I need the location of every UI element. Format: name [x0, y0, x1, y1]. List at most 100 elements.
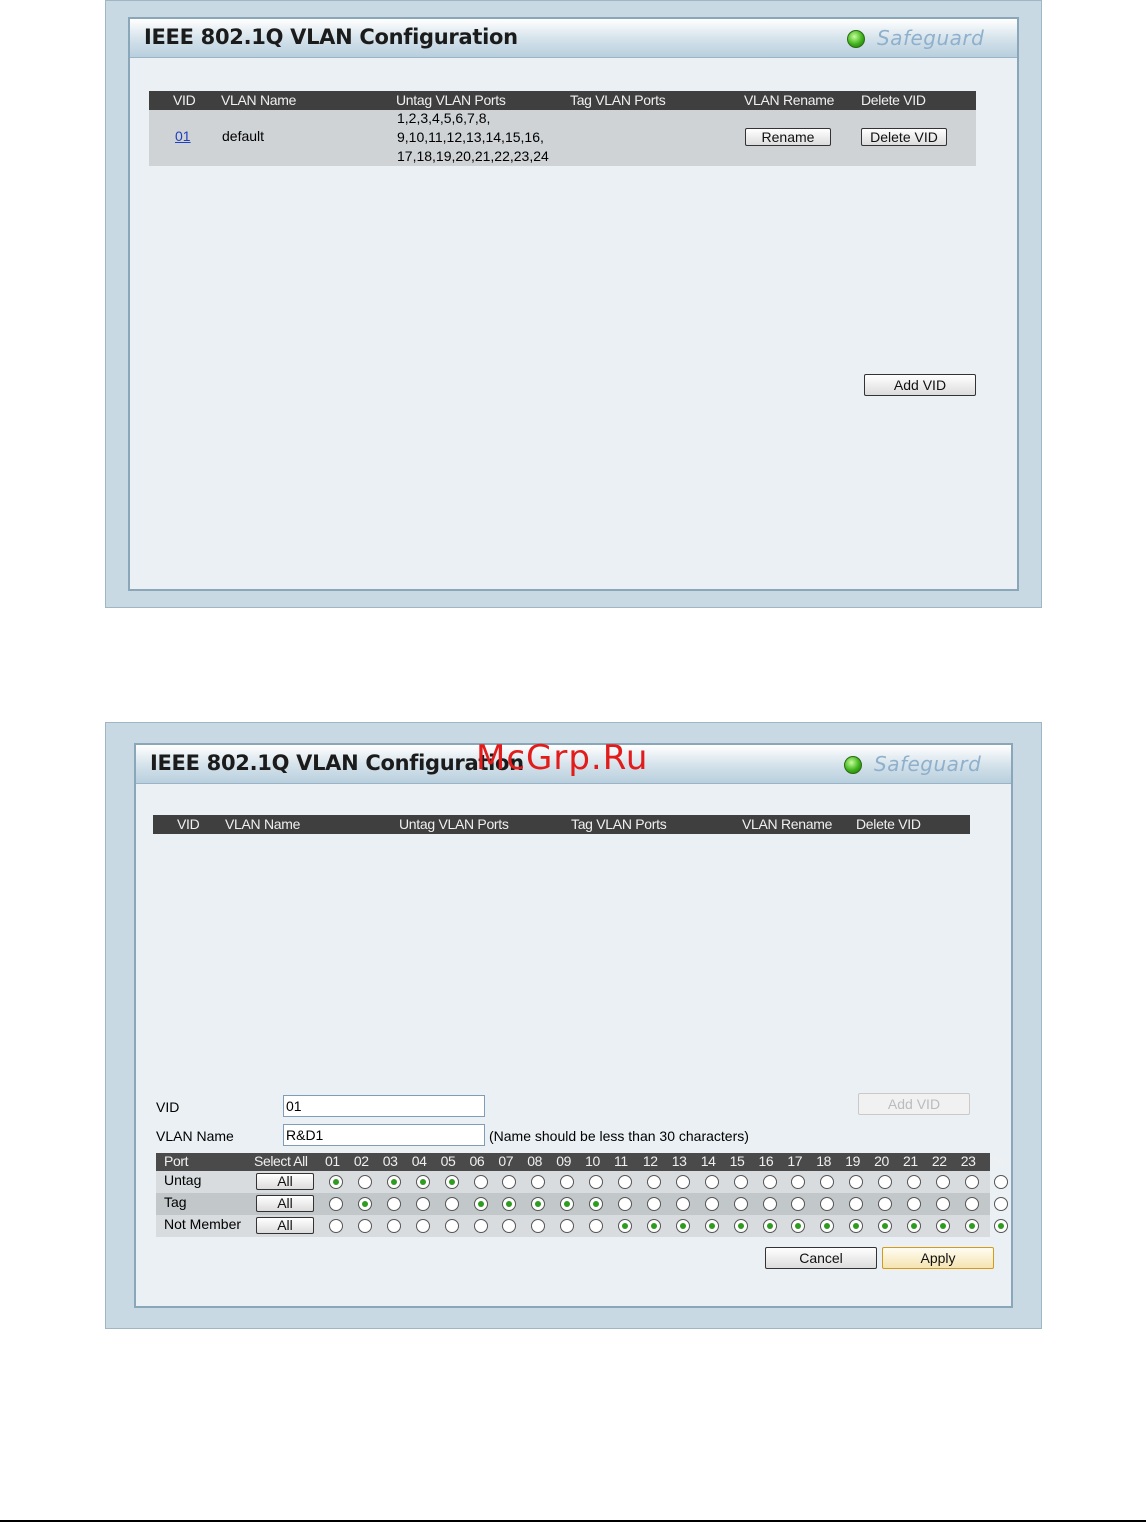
port-radio-16[interactable] — [762, 1219, 777, 1233]
port-radio-12[interactable] — [646, 1219, 661, 1233]
port-radio-24[interactable] — [993, 1197, 1008, 1211]
port-radio-21[interactable] — [907, 1197, 921, 1211]
select-all-button[interactable]: All — [256, 1173, 314, 1190]
port-radio-04[interactable] — [415, 1219, 430, 1233]
port-radio-04[interactable] — [415, 1175, 430, 1189]
port-radio-17[interactable] — [791, 1175, 806, 1189]
port-radio-07[interactable] — [502, 1219, 517, 1233]
port-radio-01[interactable] — [329, 1197, 343, 1211]
port-radio-23[interactable] — [964, 1175, 979, 1189]
port-radio-03[interactable] — [386, 1197, 401, 1211]
port-radio-20[interactable] — [878, 1197, 893, 1211]
port-radio-20[interactable] — [878, 1219, 893, 1233]
port-radio-07[interactable] — [502, 1175, 517, 1189]
port-radio-09[interactable] — [560, 1219, 575, 1233]
port-radio-10[interactable] — [589, 1197, 604, 1211]
vid-input[interactable] — [283, 1095, 485, 1117]
port-radio-06[interactable] — [473, 1175, 488, 1189]
safeguard-status-icon — [844, 756, 862, 774]
port-radio-19[interactable] — [849, 1219, 864, 1233]
port-radio-19[interactable] — [849, 1175, 864, 1189]
port-radio-18[interactable] — [820, 1175, 835, 1189]
port-radio-17[interactable] — [791, 1197, 806, 1211]
port-radio-09[interactable] — [560, 1197, 575, 1211]
col-delete-vid: Delete VID — [856, 816, 921, 832]
port-number-09: 09 — [556, 1153, 571, 1169]
select-all-button[interactable]: All — [256, 1217, 314, 1234]
port-radio-02[interactable] — [357, 1219, 372, 1233]
port-radio-11[interactable] — [618, 1197, 632, 1211]
port-radio-15[interactable] — [733, 1197, 748, 1211]
port-radio-09[interactable] — [560, 1175, 575, 1189]
port-radio-05[interactable] — [444, 1197, 459, 1211]
select-all-button[interactable]: All — [256, 1195, 314, 1212]
port-radio-12[interactable] — [646, 1197, 661, 1211]
rename-button[interactable]: Rename — [745, 128, 831, 146]
port-radio-02[interactable] — [357, 1197, 372, 1211]
port-radio-10[interactable] — [589, 1219, 604, 1233]
safeguard-label: Safeguard — [877, 26, 985, 50]
vlan-name-cell: default — [222, 128, 265, 144]
port-radio-22[interactable] — [935, 1175, 950, 1189]
vid-link[interactable]: 01 — [175, 128, 191, 144]
port-radio-07[interactable] — [502, 1197, 517, 1211]
port-radio-04[interactable] — [415, 1197, 430, 1211]
port-radio-10[interactable] — [589, 1175, 604, 1189]
port-radio-08[interactable] — [531, 1219, 546, 1233]
row-label: Untag — [164, 1172, 202, 1188]
apply-button[interactable]: Apply — [882, 1247, 994, 1269]
port-radio-03[interactable] — [386, 1219, 401, 1233]
port-radio-13[interactable] — [675, 1219, 690, 1233]
port-radio-01[interactable] — [329, 1219, 343, 1233]
port-radio-01[interactable] — [329, 1175, 343, 1189]
port-radio-20[interactable] — [878, 1175, 893, 1189]
port-radio-14[interactable] — [704, 1197, 719, 1211]
cancel-button[interactable]: Cancel — [765, 1247, 877, 1269]
port-radio-18[interactable] — [820, 1219, 835, 1233]
port-radio-05[interactable] — [444, 1219, 459, 1233]
port-radio-15[interactable] — [733, 1219, 748, 1233]
port-number-10: 10 — [585, 1153, 600, 1169]
port-radio-06[interactable] — [473, 1197, 488, 1211]
port-radio-08[interactable] — [531, 1175, 546, 1189]
port-radio-21[interactable] — [907, 1219, 921, 1233]
port-radio-16[interactable] — [762, 1197, 777, 1211]
port-row-not-member: Not Member All — [156, 1215, 1008, 1237]
port-radio-23[interactable] — [964, 1219, 979, 1233]
port-radio-23[interactable] — [964, 1197, 979, 1211]
port-radio-13[interactable] — [675, 1175, 690, 1189]
port-radio-05[interactable] — [444, 1175, 459, 1189]
port-radio-06[interactable] — [473, 1219, 488, 1233]
port-radio-02[interactable] — [357, 1175, 372, 1189]
port-radio-11[interactable] — [618, 1175, 632, 1189]
port-radio-15[interactable] — [733, 1175, 748, 1189]
port-radio-12[interactable] — [646, 1175, 661, 1189]
port-radio-18[interactable] — [820, 1197, 835, 1211]
port-number-01: 01 — [325, 1153, 340, 1169]
port-radio-14[interactable] — [704, 1219, 719, 1233]
port-radio-03[interactable] — [386, 1175, 401, 1189]
port-radio-11[interactable] — [618, 1219, 632, 1233]
vlan-config-panel: IEEE 802.1Q VLAN Configuration Safeguard… — [128, 17, 1019, 591]
port-radio-19[interactable] — [849, 1197, 864, 1211]
delete-vid-button[interactable]: Delete VID — [861, 128, 947, 146]
port-radio-22[interactable] — [935, 1219, 950, 1233]
port-number-20: 20 — [874, 1153, 889, 1169]
port-radio-17[interactable] — [791, 1219, 806, 1233]
vlan-name-input[interactable] — [283, 1124, 485, 1146]
port-number-02: 02 — [353, 1153, 369, 1169]
port-radio-24[interactable] — [993, 1219, 1008, 1233]
add-vid-button[interactable]: Add VID — [858, 1093, 970, 1115]
port-radio-24[interactable] — [993, 1175, 1008, 1189]
port-radio-13[interactable] — [675, 1197, 690, 1211]
port-radio-22[interactable] — [935, 1197, 950, 1211]
untag-ports-line: 9,10,11,12,13,14,15,16, — [397, 129, 544, 145]
port-radio-16[interactable] — [762, 1175, 777, 1189]
port-number-13: 13 — [671, 1153, 687, 1169]
untag-ports-line: 17,18,19,20,21,22,23,24 — [397, 148, 549, 164]
page-title: IEEE 802.1Q VLAN Configuration — [144, 25, 518, 49]
port-radio-08[interactable] — [531, 1197, 546, 1211]
port-radio-21[interactable] — [907, 1175, 921, 1189]
port-radio-14[interactable] — [704, 1175, 719, 1189]
add-vid-button[interactable]: Add VID — [864, 374, 976, 396]
